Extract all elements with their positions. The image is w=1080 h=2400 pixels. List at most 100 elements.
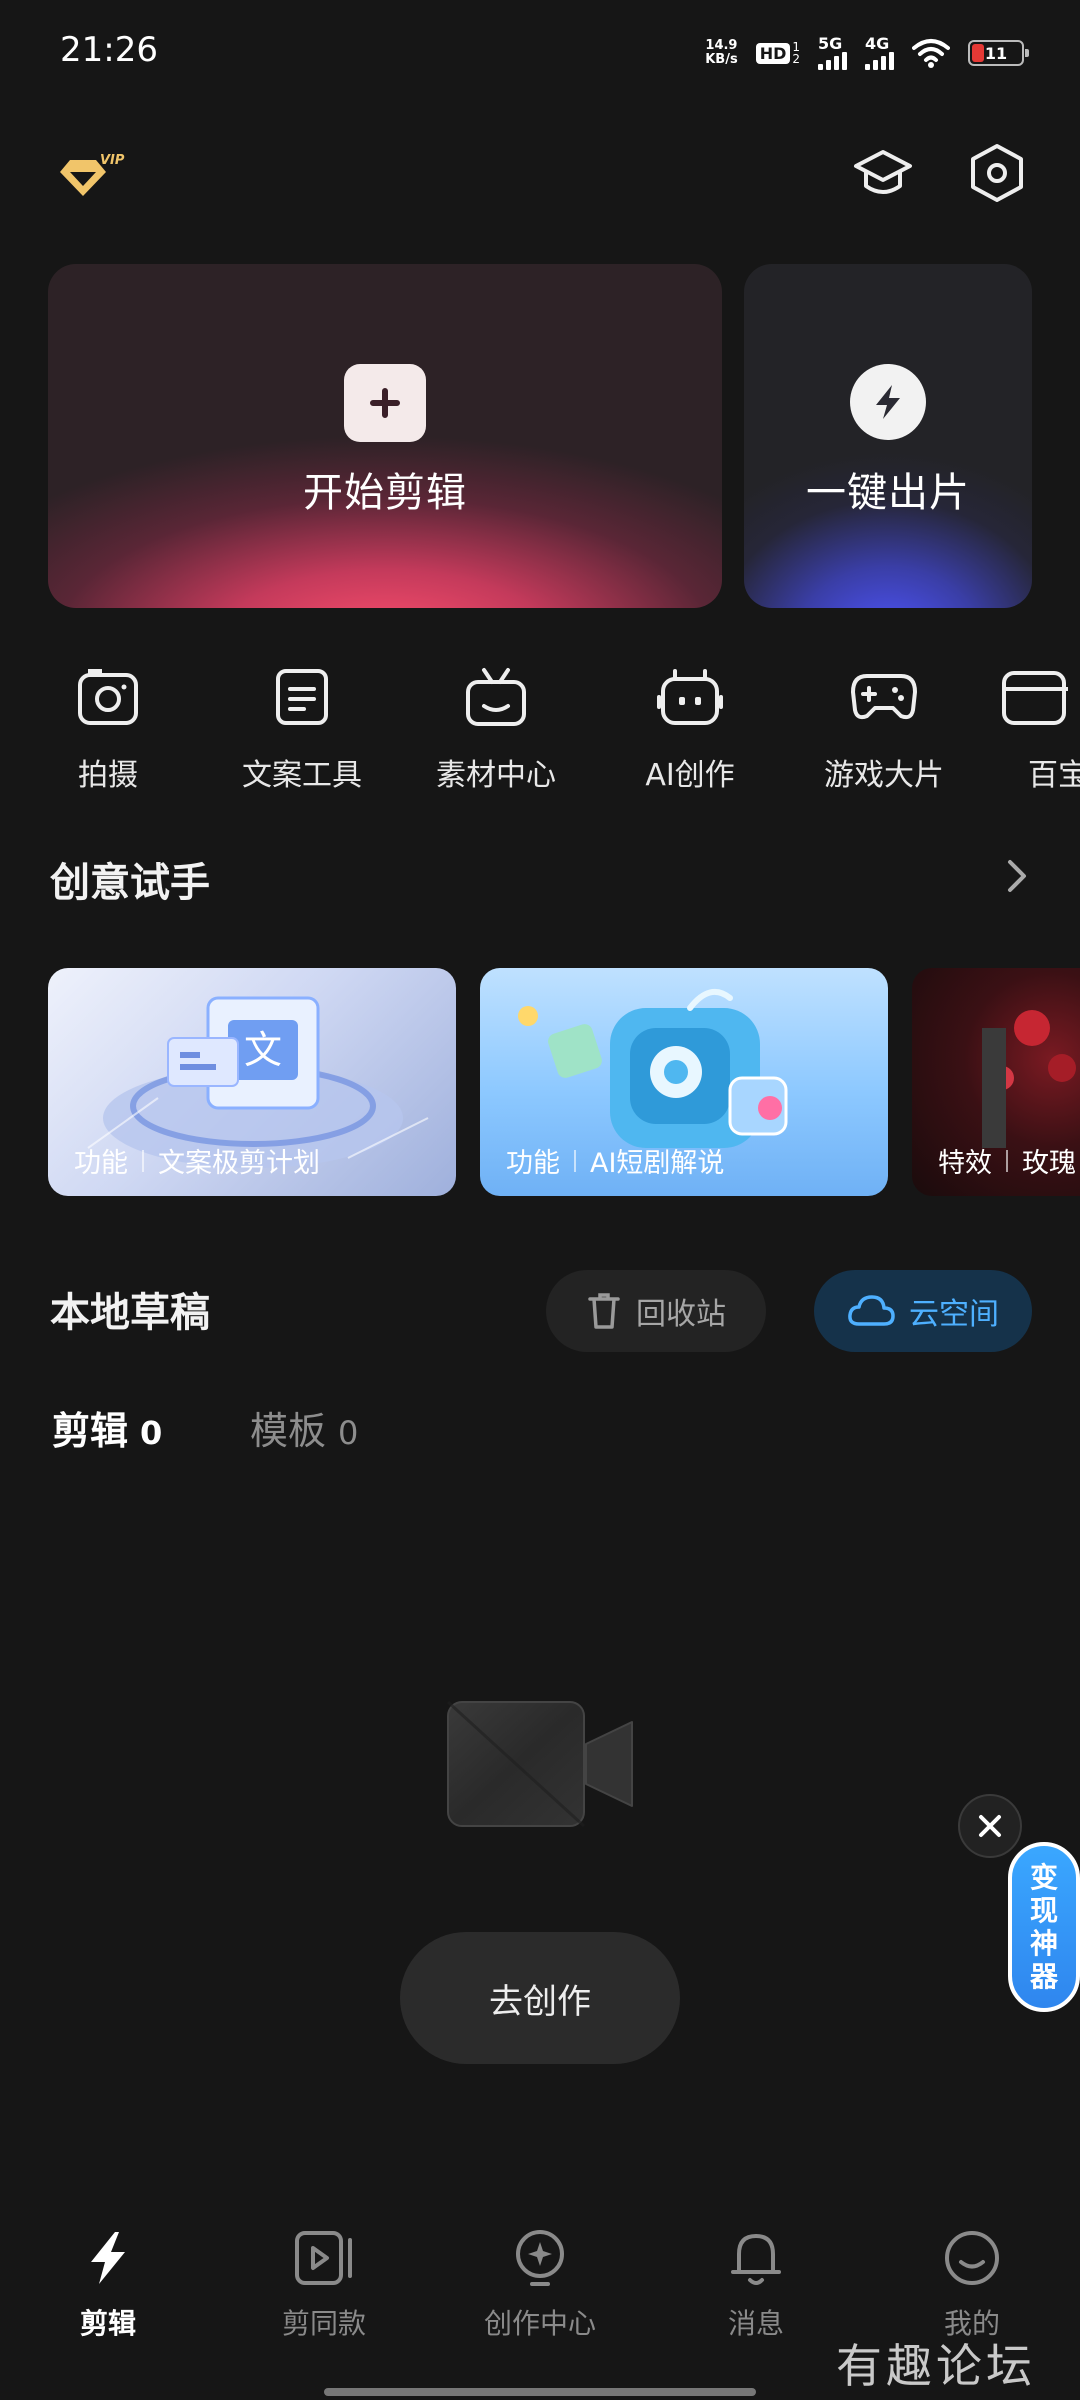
recycle-bin-label: 回收站 [636,1297,726,1332]
nav-label: 剪同款 [281,2307,366,2340]
hd-badge: HD 1 2 [755,41,800,65]
close-icon [979,1815,1001,1837]
tool-item-camera[interactable]: 拍摄 [28,662,188,794]
nav-label: 创作中心 [483,2307,596,2340]
vip-logo[interactable]: VIP [56,150,126,200]
creative-card-ai-drama[interactable]: 功能 AI短剧解说 [480,968,888,1196]
close-float-button[interactable] [958,1794,1022,1858]
home-indicator[interactable] [324,2388,756,2396]
signal-bars-icon [865,52,894,70]
creative-card-tag: 功能 [74,1148,128,1179]
hd-sub: 1 2 [792,41,800,65]
lightbulb-icon [508,2226,572,2290]
bolt-icon [850,364,926,440]
vip-badge-text: VIP [100,153,125,168]
nav-item-messages[interactable]: 消息 [666,2226,846,2342]
hd-label: HD [755,42,791,64]
monetize-promo-button[interactable]: 变 现 神 器 [1008,1842,1080,2012]
nav-label: 剪辑 [79,2307,136,2340]
status-time: 21:26 [60,30,158,70]
promo-char: 器 [1029,1960,1058,1993]
trash-icon [588,1293,620,1329]
drafts-section-title: 本地草稿 [50,1290,210,1336]
svg-text:文: 文 [244,1028,282,1072]
tab-template-count: 0 [338,1414,359,1452]
tool-label: 游戏大片 [824,758,944,793]
go-create-button[interactable]: 去创作 [400,1932,680,2064]
start-edit-label: 开始剪辑 [303,470,467,516]
chevron-right-icon[interactable] [996,856,1036,896]
settings-hexagon-icon[interactable] [962,138,1032,208]
smile-icon [940,2226,1004,2290]
hd-sub-bottom: 2 [792,52,800,66]
document-icon [267,662,337,732]
label-divider [574,1149,576,1172]
gamepad-icon [849,662,919,732]
creative-card-name: 玫瑰 [1022,1148,1076,1179]
battery-cap [1025,49,1029,57]
nav-item-profile[interactable]: 我的 [882,2226,1062,2342]
tool-item-box[interactable]: 百宝 [998,662,1080,794]
net-speed-value: 14.9 [705,38,738,53]
creative-card-label: 功能 文案极剪计划 [74,1141,320,1180]
cloud-icon [848,1295,895,1326]
cloud-space-label: 云空间 [909,1297,999,1332]
creative-card-tag: 功能 [506,1148,560,1179]
nav-item-same-style[interactable]: 剪同款 [234,2226,414,2342]
tool-item-materials[interactable]: 素材中心 [416,662,576,794]
tab-edit-label: 剪辑 [52,1409,129,1453]
tool-label: 拍摄 [78,758,138,793]
label-divider [1006,1149,1008,1172]
vip-diamond-icon: VIP [60,153,125,196]
creative-card-name: AI短剧解说 [590,1148,725,1179]
camera-icon [73,662,143,732]
tool-label: 文案工具 [242,758,362,793]
cloud-space-button[interactable]: 云空间 [814,1270,1032,1352]
creative-card-name: 文案极剪计划 [158,1148,320,1179]
signal-5g-label: 5G [818,34,843,53]
tool-item-copywriting[interactable]: 文案工具 [222,662,382,794]
tab-edit-count: 0 [140,1414,163,1452]
signal-bars-icon [818,52,847,70]
tv-icon [461,662,531,732]
nav-item-creator-center[interactable]: 创作中心 [450,2226,630,2342]
creative-card-tag: 特效 [938,1148,992,1179]
watermark-text: 有趣论坛 [836,2339,1036,2393]
nav-item-edit[interactable]: 剪辑 [18,2226,198,2342]
net-speed-unit: KB/s [705,52,738,67]
graduation-cap-icon[interactable] [848,138,918,208]
box-icon [998,662,1068,732]
tool-item-game[interactable]: 游戏大片 [804,662,964,794]
start-edit-card[interactable]: 开始剪辑 [48,264,722,608]
net-speed: 14.9 KB/s [705,39,737,67]
signal-5g: 5G [818,36,847,70]
promo-char: 现 [1029,1894,1058,1927]
wifi-icon [912,39,950,68]
tab-edit[interactable]: 剪辑 0 [52,1400,162,1455]
creative-card-label: 特效 玫瑰 [938,1141,1076,1180]
signal-4g: 4G [865,36,894,70]
tab-template[interactable]: 模板 0 [250,1400,358,1455]
app-screen: 21:26 14.9 KB/s HD 1 2 5G 4G 11 VIP 开始剪辑… [0,0,1080,2400]
tab-template-label: 模板 [250,1409,327,1453]
creative-card-rose-effect[interactable]: 特效 玫瑰 [912,968,1080,1196]
label-divider [142,1149,144,1172]
creative-section-title: 创意试手 [50,860,210,906]
promo-char: 变 [1029,1861,1058,1894]
recycle-bin-button[interactable]: 回收站 [546,1270,766,1352]
bolt-icon [76,2226,140,2290]
tool-item-ai-create[interactable]: AI创作 [610,662,770,794]
one-click-label: 一键出片 [806,470,970,516]
creative-card-copy-plan[interactable]: 文 功能 文案极剪计划 [48,968,456,1196]
video-camera-icon [446,1700,636,1830]
tool-label: AI创作 [645,758,735,793]
video-play-icon [292,2226,356,2290]
bell-icon [724,2226,788,2290]
plus-icon [344,364,426,442]
one-click-card[interactable]: 一键出片 [744,264,1032,608]
tool-label: 素材中心 [436,758,556,793]
nav-label: 消息 [727,2307,784,2340]
tool-label: 百宝 [1028,758,1080,793]
creative-card-label: 功能 AI短剧解说 [506,1141,724,1180]
signal-4g-label: 4G [865,34,890,53]
